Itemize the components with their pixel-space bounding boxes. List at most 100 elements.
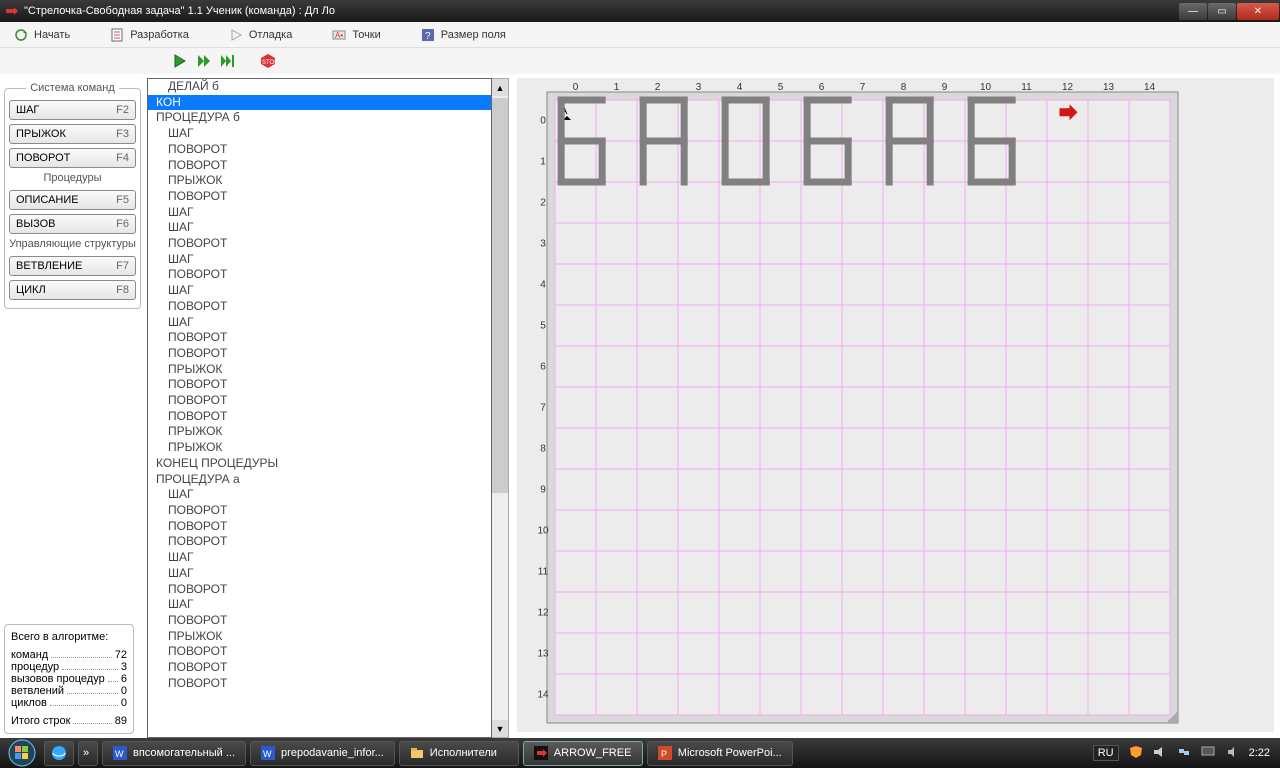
code-line[interactable]: ПОВОРОТ: [148, 393, 491, 409]
code-line[interactable]: КОНЕЦ ПРОЦЕДУРЫ: [148, 456, 491, 472]
code-line[interactable]: ПРЫЖОК: [148, 362, 491, 378]
code-line[interactable]: ПОВОРОТ: [148, 676, 491, 692]
control-structures-label: Управляющие структуры: [9, 238, 136, 250]
command-button-цикл[interactable]: ЦИКЛF8: [9, 280, 136, 300]
code-line[interactable]: ПРОЦЕДУРА а: [148, 472, 491, 488]
code-line[interactable]: ШАГ: [148, 487, 491, 503]
drawing-canvas[interactable]: 0123456789101112131401234567891011121314…: [517, 78, 1274, 732]
ie-quick-launch[interactable]: [44, 741, 74, 766]
stats-footer-label: Итого строк: [11, 715, 70, 727]
scroll-thumb[interactable]: [492, 98, 508, 493]
taskbar-item[interactable]: Исполнители: [399, 741, 519, 766]
svg-text:W: W: [263, 749, 272, 759]
tray-shield-icon[interactable]: [1129, 745, 1143, 762]
fast-forward-button[interactable]: [194, 51, 214, 71]
svg-text:8: 8: [901, 82, 907, 93]
menu-debug-label: Отладка: [249, 29, 292, 41]
start-button[interactable]: [0, 738, 44, 768]
code-line[interactable]: ШАГ: [148, 205, 491, 221]
scroll-up-icon[interactable]: ▲: [492, 79, 508, 96]
tray-monitor-icon[interactable]: [1201, 745, 1215, 762]
code-line[interactable]: ШАГ: [148, 220, 491, 236]
code-line[interactable]: ПОВОРОТ: [148, 534, 491, 550]
code-line[interactable]: ПОВОРОТ: [148, 660, 491, 676]
code-list[interactable]: ДЕЛАЙ бКОНПРОЦЕДУРА бШАГПОВОРОТПОВОРОТПР…: [147, 78, 492, 738]
command-system-group: Система команд ШАГF2ПРЫЖОКF3ПОВОРОТF4 Пр…: [4, 82, 141, 309]
code-line[interactable]: ШАГ: [148, 252, 491, 268]
svg-text:9: 9: [540, 485, 546, 496]
code-line[interactable]: ПРЫЖОК: [148, 173, 491, 189]
command-button-прыжок[interactable]: ПРЫЖОКF3: [9, 124, 136, 144]
run-button[interactable]: [170, 51, 190, 71]
code-line[interactable]: ШАГ: [148, 126, 491, 142]
taskbar-item[interactable]: Wprepodavanie_infor...: [250, 741, 395, 766]
code-line[interactable]: ПОВОРОТ: [148, 189, 491, 205]
app-icon: [6, 5, 18, 17]
window-maximize-button[interactable]: ▭: [1208, 3, 1236, 20]
folder-icon: [410, 746, 424, 760]
code-line[interactable]: ПОВОРОТ: [148, 377, 491, 393]
menu-points[interactable]: A• Точки: [332, 28, 380, 42]
step-to-end-button[interactable]: [218, 51, 238, 71]
svg-text:3: 3: [540, 239, 546, 250]
code-line[interactable]: ПРЫЖОК: [148, 440, 491, 456]
menu-debug[interactable]: Отладка: [229, 28, 292, 42]
code-line[interactable]: ШАГ: [148, 597, 491, 613]
taskbar-item[interactable]: Wвпсомогательный ...: [102, 741, 246, 766]
window-titlebar: "Стрелочка-Свободная задача" 1.1 Ученик …: [0, 0, 1280, 22]
tray-network-icon[interactable]: [1177, 745, 1191, 762]
code-line[interactable]: ПОВОРОТ: [148, 299, 491, 315]
command-button-ветвление[interactable]: ВЕТВЛЕНИЕF7: [9, 256, 136, 276]
code-line[interactable]: ПОВОРОТ: [148, 346, 491, 362]
svg-text:7: 7: [540, 403, 546, 414]
code-line[interactable]: ПОВОРОТ: [148, 519, 491, 535]
svg-text:4: 4: [737, 82, 743, 93]
stats-footer-value: 89: [115, 715, 127, 727]
tray-sound-icon[interactable]: [1153, 745, 1167, 762]
code-line[interactable]: ПОВОРОТ: [148, 158, 491, 174]
menu-dev-label: Разработка: [130, 29, 189, 41]
menu-start[interactable]: Начать: [14, 28, 70, 42]
code-line[interactable]: ПОВОРОТ: [148, 582, 491, 598]
code-line[interactable]: КОН: [148, 95, 491, 111]
svg-text:2: 2: [540, 198, 546, 209]
window-title: "Стрелочка-Свободная задача" 1.1 Ученик …: [24, 5, 335, 17]
menu-dev[interactable]: Разработка: [110, 28, 189, 42]
tray-volume-icon[interactable]: [1225, 745, 1239, 762]
code-line[interactable]: ШАГ: [148, 550, 491, 566]
code-line[interactable]: ПОВОРОТ: [148, 142, 491, 158]
quick-launch-chevron[interactable]: »: [78, 741, 98, 766]
code-line[interactable]: ДЕЛАЙ б: [148, 79, 491, 95]
code-line[interactable]: ПОВОРОТ: [148, 236, 491, 252]
scroll-down-icon[interactable]: ▼: [492, 720, 508, 737]
code-scrollbar[interactable]: ▲ ▼: [492, 78, 509, 738]
code-line[interactable]: ПОВОРОТ: [148, 409, 491, 425]
stop-button[interactable]: STOP: [258, 51, 278, 71]
command-button-описание[interactable]: ОПИСАНИЕF5: [9, 190, 136, 210]
help-icon: ?: [421, 28, 435, 42]
code-line[interactable]: ПОВОРОТ: [148, 330, 491, 346]
code-line[interactable]: ПОВОРОТ: [148, 503, 491, 519]
code-line[interactable]: ПОВОРОТ: [148, 267, 491, 283]
code-line[interactable]: ПОВОРОТ: [148, 644, 491, 660]
code-line[interactable]: ПОВОРОТ: [148, 613, 491, 629]
window-close-button[interactable]: ✕: [1237, 3, 1279, 20]
language-indicator[interactable]: RU: [1093, 745, 1119, 761]
code-line[interactable]: ПРЫЖОК: [148, 629, 491, 645]
command-button-поворот[interactable]: ПОВОРОТF4: [9, 148, 136, 168]
code-line[interactable]: ШАГ: [148, 566, 491, 582]
command-button-вызов[interactable]: ВЫЗОВF6: [9, 214, 136, 234]
algorithm-stats: Всего в алгоритме: команд72процедур3вызо…: [4, 624, 134, 734]
svg-text:8: 8: [540, 444, 546, 455]
code-line[interactable]: ПРЫЖОК: [148, 424, 491, 440]
code-line[interactable]: ШАГ: [148, 315, 491, 331]
svg-text:6: 6: [540, 362, 546, 373]
window-minimize-button[interactable]: —: [1179, 3, 1207, 20]
taskbar-clock[interactable]: 2:22: [1249, 747, 1270, 759]
menu-field-size[interactable]: ? Размер поля: [421, 28, 506, 42]
command-button-шаг[interactable]: ШАГF2: [9, 100, 136, 120]
code-line[interactable]: ПРОЦЕДУРА б: [148, 110, 491, 126]
play-outline-icon: [229, 28, 243, 42]
code-line[interactable]: ШАГ: [148, 283, 491, 299]
svg-text:6: 6: [819, 82, 825, 93]
